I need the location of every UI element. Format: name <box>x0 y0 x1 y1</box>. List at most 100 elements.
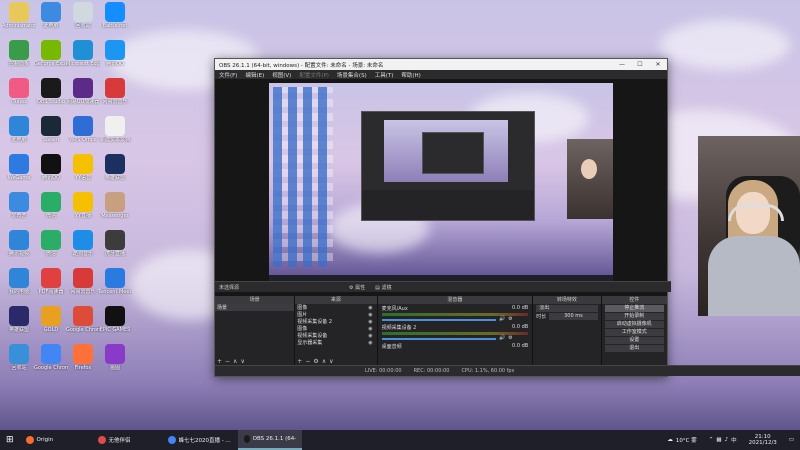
taskbar-app-chrome[interactable]: 蜂七七2020直播 - ... <box>162 430 238 450</box>
input-language[interactable]: 中 <box>731 436 737 444</box>
eye-icon[interactable]: ◉ <box>368 326 372 332</box>
menu-edit[interactable]: 编辑(E) <box>245 71 264 79</box>
source-item[interactable]: 图片 ◉ <box>295 311 376 319</box>
desktop-icon[interactable]: WPS Office <box>66 116 100 148</box>
filters-button[interactable]: ▤ 滤镜 <box>375 284 391 291</box>
menu-profile[interactable]: 配置文件(P) <box>299 71 329 79</box>
desktop-icon[interactable]: 网易UU加速器 <box>66 78 100 110</box>
desktop-icon[interactable]: 英雄联盟 <box>98 154 132 186</box>
sources-footer[interactable]: +−⚙∧∨ <box>297 358 336 365</box>
eye-icon[interactable]: ◉ <box>368 333 372 339</box>
menu-help[interactable]: 帮助(H) <box>401 71 420 79</box>
eye-icon[interactable]: ◉ <box>368 305 372 311</box>
minimize-button[interactable]: — <box>613 61 631 68</box>
desktop-icon[interactable]: 此电脑 <box>34 2 68 34</box>
start-button[interactable]: ⊞ <box>0 430 20 450</box>
volume-slider[interactable] <box>381 338 496 340</box>
desktop-icon[interactable]: 爱奇艺 <box>2 192 36 224</box>
desktop-icon[interactable]: PDF阅读器 <box>34 268 68 300</box>
desktop-icon[interactable]: 回收站 <box>2 344 36 376</box>
close-button[interactable]: ✕ <box>649 61 667 68</box>
taskbar-app-wuta[interactable]: 无他伴侣 <box>92 430 162 450</box>
eye-icon[interactable]: ◉ <box>368 312 372 318</box>
desktop-icon[interactable]: GOLD <box>34 306 68 338</box>
desktop-icon[interactable]: 画图 <box>98 344 132 376</box>
stop-streaming-button[interactable]: 停止推流 <box>604 305 665 312</box>
app-icon <box>41 268 61 288</box>
start-recording-button[interactable]: 开始录制 <box>604 313 665 320</box>
chevron-up-icon[interactable]: ⌃ <box>709 437 714 443</box>
transitions-dock-title: 转场特效 <box>533 296 601 304</box>
desktop-icon[interactable]: GeForce Experience <box>34 40 68 72</box>
desktop-icon[interactable]: Steam <box>34 116 68 148</box>
desktop-icon[interactable]: 回收站 <box>66 2 100 34</box>
gear-icon[interactable]: ⚙ <box>508 316 512 322</box>
desktop-icon[interactable]: Microsoft Edge <box>66 40 100 72</box>
start-virtual-camera-button[interactable]: 启动虚拟摄像机 <box>604 321 665 328</box>
clock[interactable]: 21:10 2021/12/3 <box>743 430 783 450</box>
desktop-icon[interactable]: 酷狗音乐 <box>66 230 100 262</box>
taskbar-app-origin[interactable]: Origin <box>20 430 92 450</box>
source-item[interactable]: 图像 ◉ <box>295 304 376 312</box>
notification-icon[interactable]: ▭ <box>783 430 800 450</box>
desktop-icon[interactable]: Google Chrome <box>34 344 68 376</box>
desktop-icon[interactable]: 网易云音乐 <box>66 268 100 300</box>
desktop-icon[interactable]: Firefox <box>66 344 100 376</box>
properties-button[interactable]: ⚙ 属性 <box>349 284 365 291</box>
desktop-icon[interactable]: 腾讯QQ <box>34 154 68 186</box>
source-item[interactable]: 视频采集设备 ◉ <box>295 332 376 340</box>
duration-input[interactable]: 300 ms <box>549 313 598 320</box>
desktop-icon[interactable]: 虎牙直播 <box>98 230 132 262</box>
desktop-icon[interactable]: iTunes <box>2 78 36 110</box>
desktop-icon[interactable]: 新建文本文档 <box>98 116 132 148</box>
menu-view[interactable]: 视图(V) <box>272 71 291 79</box>
weather-widget[interactable]: ☁ 10°C 雾 <box>661 430 702 450</box>
desktop-icon[interactable]: 腾讯视频 <box>2 230 36 262</box>
exit-button[interactable]: 退出 <box>604 345 665 352</box>
maximize-button[interactable]: ☐ <box>631 61 649 68</box>
speaker-icon[interactable]: ♪ <box>725 437 729 443</box>
eye-icon[interactable]: ◉ <box>368 319 372 325</box>
settings-button[interactable]: 设置 <box>604 337 665 344</box>
tray-icons[interactable]: ⌃ ▦ ♪ 中 <box>703 430 743 450</box>
scenes-footer[interactable]: +−∧∨ <box>217 358 248 365</box>
taskbar-app-obs[interactable]: OBS 26.1.1 (64-bit... <box>237 430 302 450</box>
desktop-icon[interactable]: Google Chrome <box>66 306 100 338</box>
source-item[interactable]: 显示器采集 ◉ <box>295 339 376 347</box>
gear-icon[interactable]: ⚙ <box>508 335 512 341</box>
desktop-icon[interactable]: 网易云音乐 <box>98 78 132 110</box>
desktop-icon[interactable]: OBS Studio <box>34 78 68 110</box>
desktop-icon[interactable]: EPIC GAMES <box>98 306 132 338</box>
menu-file[interactable]: 文件(F) <box>219 71 237 79</box>
desktop-icon[interactable]: 腾讯QQ <box>98 40 132 72</box>
obs-window[interactable]: OBS 26.1.1 (64-bit, windows) - 配置文件: 未命名… <box>214 58 800 377</box>
desktop-icon[interactable]: YY语音 <box>66 154 100 186</box>
desktop-icon[interactable]: WeGame <box>2 154 36 186</box>
source-item[interactable]: 视频采集设备 2 ◉ <box>295 318 376 326</box>
volume-slider[interactable] <box>381 319 496 321</box>
desktop-icon[interactable]: 我的电脑 <box>2 268 36 300</box>
desktop-icon[interactable]: Battle.net <box>98 2 132 34</box>
speaker-icon[interactable]: 🔊 <box>499 335 505 341</box>
desktop-icon[interactable]: 微信 <box>34 230 68 262</box>
network-icon[interactable]: ▦ <box>716 437 721 443</box>
menu-tools[interactable]: 工具(T) <box>375 71 394 79</box>
desktop-icon[interactable]: YY直播 <box>66 192 100 224</box>
app-icon <box>9 230 29 250</box>
scene-item[interactable]: 场景 <box>215 304 295 311</box>
speaker-icon[interactable]: 🔊 <box>499 316 505 322</box>
source-item-label: 图像 <box>297 305 308 311</box>
transition-select[interactable]: 淡出 <box>536 305 598 312</box>
desktop-icon[interactable]: Messenger <box>98 192 132 224</box>
eye-icon[interactable]: ◉ <box>368 340 372 346</box>
desktop-icon[interactable]: 控制面板 <box>2 40 36 72</box>
studio-mode-button[interactable]: 工作室模式 <box>604 329 665 336</box>
desktop-icon[interactable]: Administrator <box>2 2 36 34</box>
desktop-icon[interactable]: Tencent Meeting <box>98 268 132 300</box>
menu-scene-collection[interactable]: 场景集合(S) <box>337 71 367 79</box>
source-item[interactable]: 图像 ◉ <box>295 325 376 333</box>
desktop-icon[interactable]: 英雄联盟 <box>2 306 36 338</box>
desktop-icon[interactable]: 此电脑 <box>2 116 36 148</box>
desktop-icon[interactable]: 微信 <box>34 192 68 224</box>
app-icon <box>73 154 93 174</box>
